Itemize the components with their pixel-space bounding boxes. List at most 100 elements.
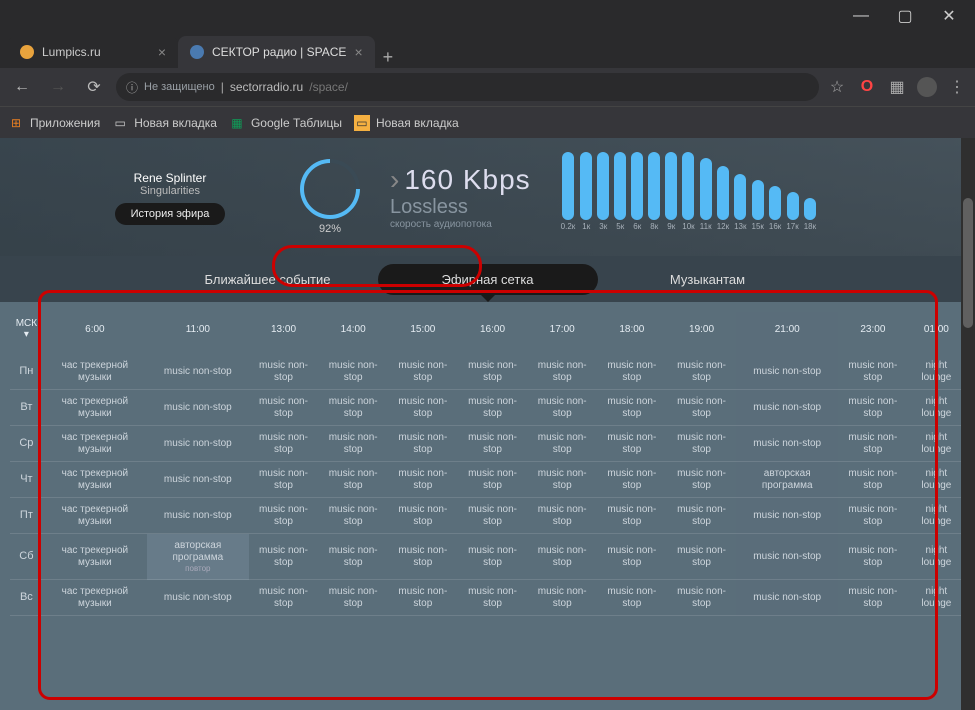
schedule-cell[interactable]: night lounge xyxy=(908,462,965,498)
schedule-cell[interactable]: music non-stop xyxy=(249,498,319,534)
star-icon[interactable]: ☆ xyxy=(827,77,847,97)
schedule-cell[interactable]: music non-stop xyxy=(736,534,838,580)
schedule-cell[interactable]: час трекерной музыки xyxy=(43,534,147,580)
schedule-cell[interactable]: music non-stop xyxy=(147,354,249,390)
schedule-cell[interactable]: music non-stop xyxy=(838,580,908,616)
maximize-button[interactable]: ▢ xyxy=(883,1,927,31)
schedule-cell[interactable]: час трекерной музыки xyxy=(43,580,147,616)
schedule-cell[interactable]: music non-stop xyxy=(388,462,458,498)
minimize-button[interactable]: — xyxy=(839,1,883,31)
bookmark-item[interactable]: ▦Google Таблицы xyxy=(229,115,342,131)
schedule-cell[interactable]: music non-stop xyxy=(667,534,737,580)
scroll-thumb[interactable] xyxy=(963,198,973,328)
schedule-cell[interactable]: music non-stop xyxy=(458,390,528,426)
profile-avatar[interactable] xyxy=(917,77,937,97)
schedule-cell[interactable]: music non-stop xyxy=(388,426,458,462)
schedule-cell[interactable]: music non-stop xyxy=(458,462,528,498)
schedule-cell[interactable]: music non-stop xyxy=(527,390,597,426)
schedule-cell[interactable]: music non-stop xyxy=(527,354,597,390)
schedule-cell[interactable]: music non-stop xyxy=(838,354,908,390)
schedule-cell[interactable]: music non-stop xyxy=(597,426,667,462)
schedule-cell[interactable]: music non-stop xyxy=(736,580,838,616)
close-button[interactable]: ✕ xyxy=(927,1,971,31)
schedule-cell[interactable]: night lounge xyxy=(908,354,965,390)
schedule-cell[interactable]: music non-stop xyxy=(318,462,388,498)
tab-schedule[interactable]: Эфирная сетка xyxy=(378,264,598,295)
schedule-cell[interactable]: night lounge xyxy=(908,534,965,580)
schedule-cell[interactable]: music non-stop xyxy=(838,498,908,534)
close-icon[interactable]: × xyxy=(158,44,166,60)
schedule-cell[interactable]: music non-stop xyxy=(458,498,528,534)
schedule-cell[interactable]: music non-stop xyxy=(318,390,388,426)
url-input[interactable]: ⓘ Не защищено | sectorradio.ru/space/ xyxy=(116,73,819,101)
volume-control[interactable]: 92% xyxy=(300,159,360,235)
schedule-cell[interactable]: music non-stop xyxy=(736,390,838,426)
schedule-cell[interactable]: music non-stop xyxy=(318,354,388,390)
schedule-cell[interactable]: music non-stop xyxy=(597,580,667,616)
schedule-cell[interactable]: music non-stop xyxy=(458,426,528,462)
history-button[interactable]: История эфира xyxy=(115,203,226,225)
schedule-cell[interactable]: music non-stop xyxy=(527,462,597,498)
schedule-cell[interactable]: music non-stop xyxy=(388,534,458,580)
reload-button[interactable]: ⟳ xyxy=(80,73,108,101)
schedule-cell[interactable]: music non-stop xyxy=(458,354,528,390)
new-tab-button[interactable]: + xyxy=(375,47,402,68)
tab-lumpics[interactable]: Lumpics.ru × xyxy=(8,36,178,68)
schedule-cell[interactable]: music non-stop xyxy=(318,580,388,616)
schedule-cell[interactable]: music non-stop xyxy=(458,534,528,580)
schedule-cell[interactable]: music non-stop xyxy=(667,580,737,616)
tz-selector[interactable]: МСК ▾ xyxy=(10,312,43,354)
schedule-cell[interactable]: час трекерной музыки xyxy=(43,390,147,426)
schedule-cell[interactable]: music non-stop xyxy=(597,498,667,534)
schedule-cell[interactable]: music non-stop xyxy=(527,426,597,462)
forward-button[interactable]: → xyxy=(44,73,72,101)
schedule-cell[interactable]: music non-stop xyxy=(147,498,249,534)
menu-icon[interactable]: ⋮ xyxy=(947,77,967,97)
schedule-cell[interactable]: music non-stop xyxy=(147,462,249,498)
schedule-cell[interactable]: music non-stop xyxy=(667,390,737,426)
schedule-cell[interactable]: час трекерной музыки xyxy=(43,354,147,390)
schedule-cell[interactable]: music non-stop xyxy=(736,498,838,534)
schedule-cell[interactable]: night lounge xyxy=(908,580,965,616)
schedule-cell[interactable]: music non-stop xyxy=(249,390,319,426)
schedule-cell[interactable]: music non-stop xyxy=(318,426,388,462)
schedule-cell[interactable]: music non-stop xyxy=(667,462,737,498)
schedule-cell[interactable]: music non-stop xyxy=(527,498,597,534)
yandex-icon[interactable]: O xyxy=(857,77,877,97)
extension-icon[interactable]: ▦ xyxy=(887,77,907,97)
bookmark-item[interactable]: ▭Новая вкладка xyxy=(112,115,217,131)
schedule-cell[interactable]: час трекерной музыки xyxy=(43,462,147,498)
schedule-cell[interactable]: music non-stop xyxy=(736,354,838,390)
schedule-cell[interactable]: music non-stop xyxy=(838,426,908,462)
schedule-cell[interactable]: music non-stop xyxy=(249,534,319,580)
schedule-cell[interactable]: music non-stop xyxy=(597,462,667,498)
schedule-cell[interactable]: music non-stop xyxy=(736,426,838,462)
schedule-cell[interactable]: music non-stop xyxy=(597,390,667,426)
schedule-cell[interactable]: music non-stop xyxy=(249,462,319,498)
schedule-cell[interactable]: music non-stop xyxy=(597,534,667,580)
schedule-cell[interactable]: music non-stop xyxy=(147,426,249,462)
schedule-cell[interactable]: music non-stop xyxy=(147,390,249,426)
schedule-cell[interactable]: music non-stop xyxy=(667,498,737,534)
tab-sector-radio[interactable]: СЕКТОР радио | SPACE × xyxy=(178,36,375,68)
close-icon[interactable]: × xyxy=(354,44,362,60)
schedule-cell[interactable]: music non-stop xyxy=(318,534,388,580)
schedule-cell[interactable]: night lounge xyxy=(908,498,965,534)
schedule-cell[interactable]: music non-stop xyxy=(527,534,597,580)
schedule-cell[interactable]: music non-stop xyxy=(597,354,667,390)
schedule-cell[interactable]: music non-stop xyxy=(667,354,737,390)
schedule-cell[interactable]: music non-stop xyxy=(527,580,597,616)
schedule-cell[interactable]: music non-stop xyxy=(388,498,458,534)
schedule-cell[interactable]: music non-stop xyxy=(318,498,388,534)
tab-musicians[interactable]: Музыкантам xyxy=(598,264,818,295)
back-button[interactable]: ← xyxy=(8,73,36,101)
tab-upcoming[interactable]: Ближайшее событие xyxy=(158,264,378,295)
schedule-cell[interactable]: music non-stop xyxy=(388,580,458,616)
schedule-cell[interactable]: music non-stop xyxy=(838,390,908,426)
schedule-cell[interactable]: час трекерной музыки xyxy=(43,498,147,534)
schedule-cell[interactable]: night lounge xyxy=(908,426,965,462)
schedule-cell[interactable]: music non-stop xyxy=(147,580,249,616)
schedule-cell[interactable]: night lounge xyxy=(908,390,965,426)
schedule-cell[interactable]: music non-stop xyxy=(388,354,458,390)
bookmark-item[interactable]: ▭Новая вкладка xyxy=(354,115,459,131)
